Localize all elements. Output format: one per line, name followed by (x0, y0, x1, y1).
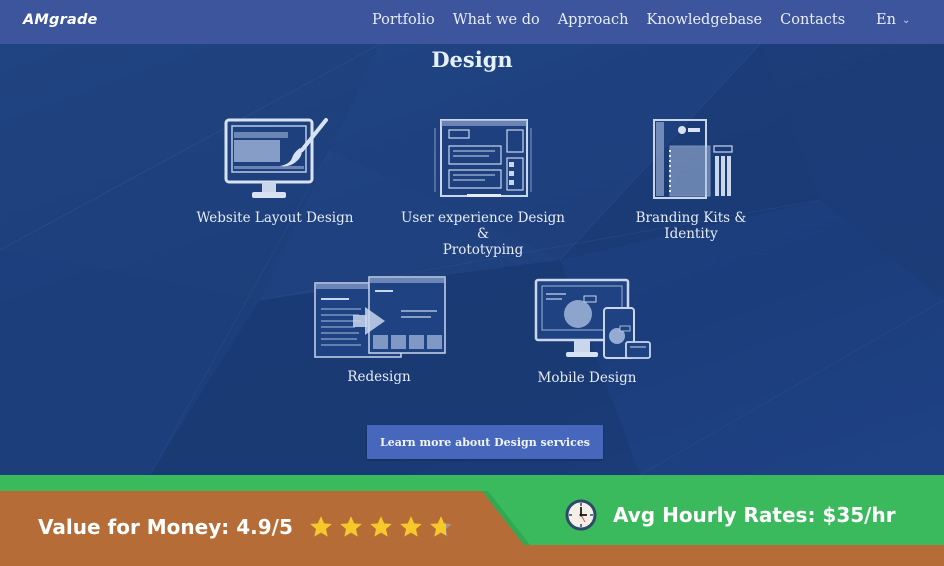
star-icon (340, 516, 362, 537)
monitor-paintbrush-icon (224, 118, 328, 198)
language-selector[interactable]: En ⌄ (876, 12, 910, 28)
nav-knowledgebase[interactable]: Knowledgebase (647, 12, 763, 28)
section-title: Design (431, 47, 513, 72)
nav-approach[interactable]: Approach (558, 12, 629, 28)
nav-portfolio[interactable]: Portfolio (372, 12, 435, 28)
service-label: Redesign (347, 369, 411, 385)
clock-icon (565, 499, 597, 531)
service-website-layout-design[interactable]: Website Layout Design (195, 116, 355, 226)
hourly-rate-label: Avg Hourly Rates: $35/hr (613, 503, 896, 527)
chevron-down-icon: ⌄ (901, 14, 911, 26)
main-nav: Portfolio What we do Approach Knowledgeb… (372, 12, 863, 28)
learn-more-design-button[interactable]: Learn more about Design services (367, 425, 603, 459)
responsive-devices-icon (534, 278, 651, 359)
star-rating (307, 514, 455, 540)
language-label: En (876, 12, 896, 28)
value-for-money-label: Value for Money: 4.9/5 (38, 515, 293, 539)
top-navigation-bar: AMgrade Portfolio What we do Approach Kn… (0, 0, 944, 44)
logo[interactable]: AMgrade (23, 12, 98, 28)
service-ux-design-prototyping[interactable]: User experience Design & Prototyping (398, 116, 568, 258)
redesign-windows-icon (314, 276, 446, 358)
service-branding-kits-identity[interactable]: Branding Kits & Identity (611, 116, 771, 242)
wireframe-icon (434, 119, 532, 197)
hourly-rate: Avg Hourly Rates: $35/hr (565, 499, 896, 531)
notebook-pencils-icon (653, 119, 733, 199)
value-for-money: Value for Money: 4.9/5 (38, 514, 455, 540)
nav-contacts[interactable]: Contacts (780, 12, 845, 28)
star-icon (400, 516, 422, 537)
partial-star-icon (430, 516, 452, 537)
service-label: User experience Design & Prototyping (401, 210, 565, 258)
service-label: Mobile Design (537, 370, 637, 386)
star-icon (370, 516, 392, 537)
service-label: Website Layout Design (196, 210, 354, 226)
service-redesign[interactable]: Redesign (304, 273, 454, 385)
star-icon (310, 516, 332, 537)
service-mobile-design[interactable]: Mobile Design (512, 278, 662, 386)
nav-what-we-do[interactable]: What we do (453, 12, 540, 28)
service-label: Branding Kits & Identity (635, 210, 747, 242)
